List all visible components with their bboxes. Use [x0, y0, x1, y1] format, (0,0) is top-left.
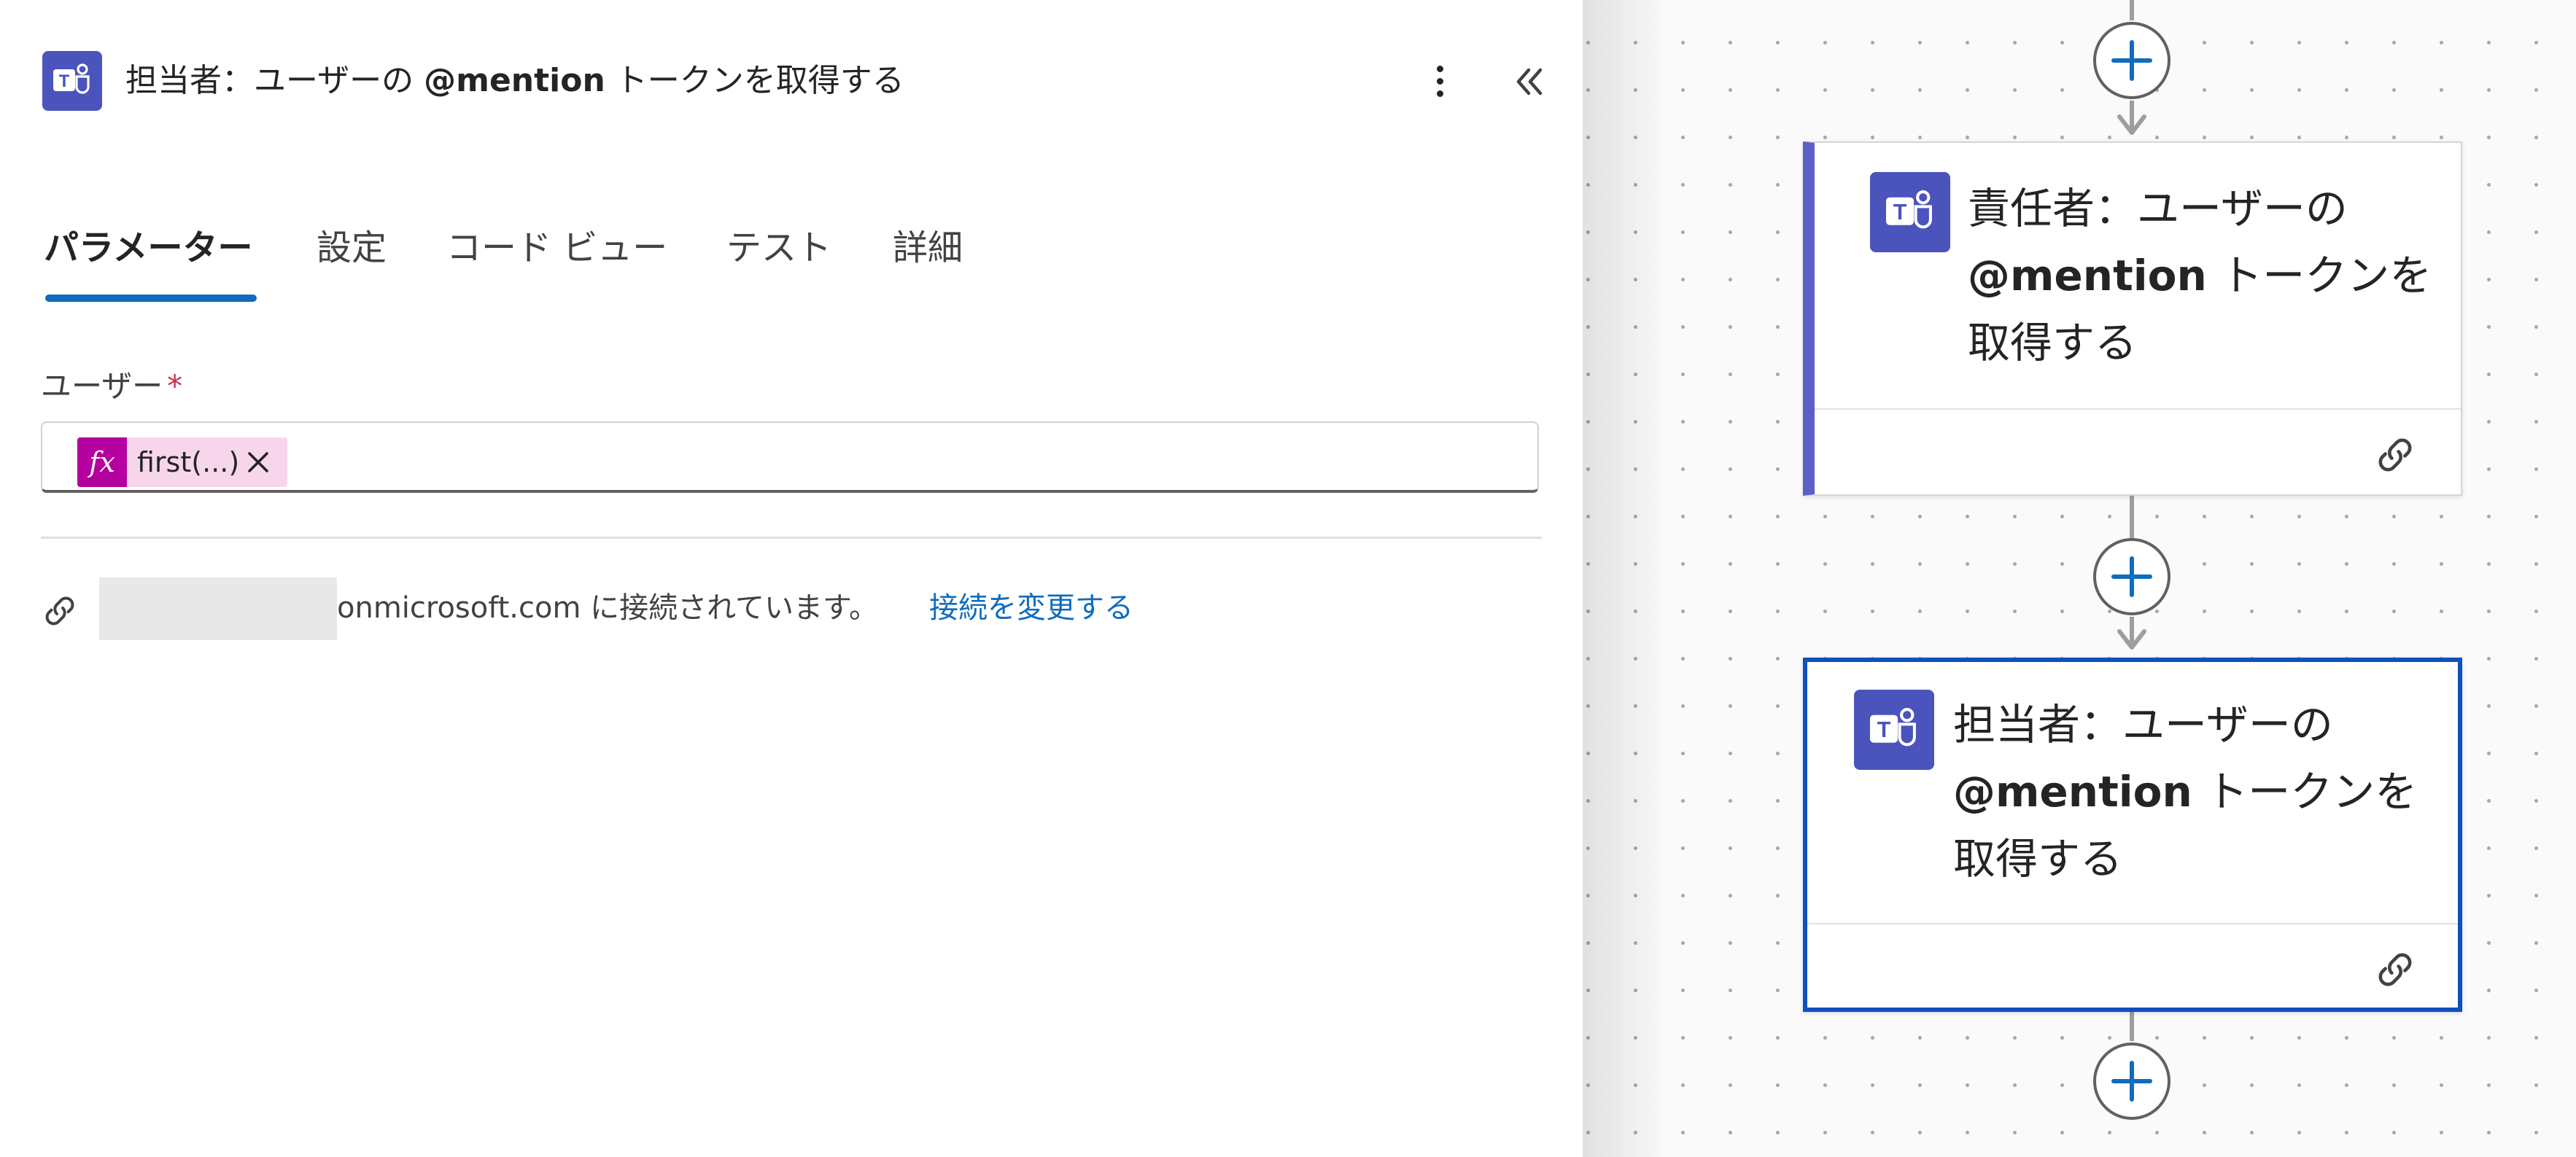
- more-dot: [1436, 77, 1443, 85]
- more-options-button[interactable]: [1422, 57, 1457, 105]
- action-details-panel: T 担当者：ユーザーの @mention トークンを取得する パラメーター 設定…: [0, 0, 1583, 1157]
- insert-step-button[interactable]: [2093, 1043, 2170, 1120]
- insert-step-button[interactable]: [2093, 538, 2170, 615]
- card-title-mention: @mention: [1953, 767, 2192, 817]
- link-icon: [2378, 438, 2412, 472]
- flow-connector: [2130, 0, 2134, 20]
- plus-icon: [2111, 556, 2152, 597]
- link-icon: [45, 596, 74, 626]
- card-divider: [1815, 408, 2461, 410]
- tab-settings[interactable]: 設定: [317, 219, 387, 277]
- function-icon: fx: [77, 437, 127, 487]
- link-icon: [2378, 953, 2412, 986]
- card-title-mention: @mention: [1968, 251, 2207, 300]
- plus-icon: [2111, 1061, 2152, 1102]
- flow-action-card-selected[interactable]: T 担当者：ユーザーの @mention トークンを取得する: [1803, 658, 2462, 1012]
- required-mark: *: [167, 368, 183, 404]
- teams-icon: T: [1854, 690, 1934, 770]
- token-label: first(...): [137, 446, 240, 478]
- plus-icon: [2111, 40, 2152, 81]
- card-title-line1: 担当者：ユーザーの: [1953, 700, 2333, 749]
- tab-details[interactable]: 詳細: [893, 219, 963, 277]
- card-title-line2: トークンを: [2206, 251, 2432, 300]
- panel-title-mention: @mention: [424, 62, 605, 99]
- flow-action-card[interactable]: T 責任者：ユーザーの @mention トークンを取得する: [1803, 141, 2462, 496]
- tab-test[interactable]: テスト: [726, 219, 831, 277]
- active-tab-indicator: [45, 295, 257, 302]
- expression-token[interactable]: fx first(...): [77, 437, 287, 487]
- card-title: 責任者：ユーザーの @mention トークンを取得する: [1968, 175, 2464, 376]
- close-icon[interactable]: [244, 448, 273, 477]
- panel-shadow: [1583, 0, 1670, 1157]
- flow-connector: [2130, 496, 2134, 538]
- more-vertical-icon: [1436, 65, 1443, 72]
- user-field-label: ユーザー *: [41, 365, 182, 408]
- card-title-line3: 取得する: [1968, 318, 2138, 367]
- change-connection-link[interactable]: 接続を変更する: [929, 588, 1133, 628]
- flow-connector: [2130, 1012, 2134, 1041]
- arrow-down-icon: [2117, 114, 2146, 135]
- card-title-line1: 責任者：ユーザーの: [1968, 184, 2348, 233]
- svg-text:T: T: [59, 71, 70, 91]
- card-divider: [1807, 923, 2458, 924]
- card-title: 担当者：ユーザーの @mention トークンを取得する: [1953, 691, 2449, 892]
- teams-icon: T: [1870, 172, 1950, 252]
- teams-icon: T: [42, 51, 102, 111]
- panel-title: 担当者：ユーザーの @mention トークンを取得する: [125, 58, 904, 104]
- connection-status: onmicrosoft.com に接続されています。: [337, 591, 878, 625]
- panel-title-suffix: トークンを取得する: [605, 62, 904, 99]
- tab-code-view[interactable]: コード ビュー: [446, 219, 667, 277]
- more-dot: [1436, 90, 1443, 97]
- insert-step-button[interactable]: [2093, 22, 2170, 99]
- connection-row: onmicrosoft.com に接続されています。 接続を変更する: [41, 576, 1281, 642]
- card-title-line2: トークンを: [2192, 767, 2418, 817]
- panel-title-prefix: 担当者：ユーザーの: [125, 62, 424, 99]
- section-divider: [41, 537, 1542, 539]
- redacted-account: [99, 577, 337, 640]
- svg-text:T: T: [1877, 717, 1891, 742]
- chevron-double-left-icon[interactable]: [1508, 61, 1549, 102]
- arrow-down-icon: [2117, 629, 2146, 650]
- card-title-line3: 取得する: [1953, 834, 2123, 884]
- user-field-label-text: ユーザー: [41, 368, 163, 404]
- svg-text:T: T: [1893, 200, 1907, 225]
- tab-parameters[interactable]: パラメーター: [44, 219, 253, 277]
- user-input[interactable]: fx first(...): [41, 421, 1539, 493]
